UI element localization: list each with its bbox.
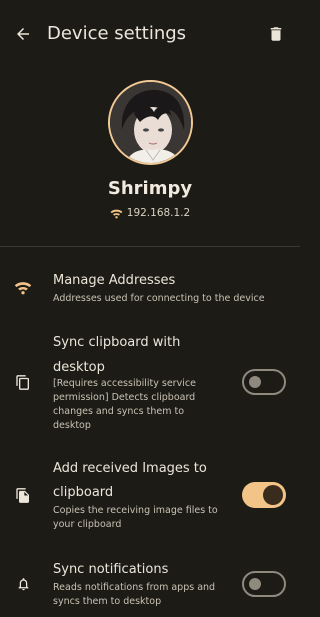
setting-label-line2: clipboard	[53, 485, 114, 500]
page-title: Device settings	[47, 23, 187, 44]
setting-description: Addresses used for connecting to the dev…	[53, 293, 265, 304]
ip-address: 192.168.1.2	[126, 207, 191, 219]
toggle-knob	[249, 376, 261, 388]
setting-label: Manage Addresses	[53, 273, 176, 288]
setting-manage-addresses[interactable]: Manage Addresses Addresses used for conn…	[0, 268, 300, 312]
toggle-knob	[263, 485, 283, 505]
setting-sync-notifications[interactable]: Sync notifications Reads notifications f…	[0, 557, 300, 613]
wifi-icon	[110, 209, 123, 218]
delete-button[interactable]	[264, 22, 288, 46]
avatar[interactable]	[108, 80, 193, 165]
device-name: Shrimpy	[107, 178, 193, 199]
setting-add-images-clipboard[interactable]: Add received Images to clipboard Copies …	[0, 456, 300, 534]
back-button[interactable]	[11, 22, 35, 46]
setting-label: Sync notifications	[53, 562, 169, 577]
ip-address-row: 192.168.1.2	[0, 207, 300, 219]
app-bar: Device settings	[0, 0, 300, 68]
sync-clipboard-toggle[interactable]	[242, 369, 286, 395]
setting-description-line4: desktop	[53, 420, 91, 431]
setting-label-line1: Sync clipboard with	[53, 335, 181, 350]
setting-description-line1: Reads notifications from apps and	[53, 582, 216, 593]
setting-description-line1: [Requires accessibility service	[53, 378, 196, 389]
file-copy-icon	[14, 486, 32, 504]
divider	[0, 246, 300, 247]
arrow-back-icon	[17, 28, 29, 40]
avatar-photo	[110, 82, 191, 163]
add-images-toggle[interactable]	[242, 482, 286, 508]
setting-description-line2: syncs them to desktop	[53, 596, 162, 607]
setting-sync-clipboard[interactable]: Sync clipboard with desktop [Requires ac…	[0, 330, 300, 434]
setting-label-line1: Add received Images to	[53, 461, 207, 476]
setting-description-line2: your clipboard	[53, 519, 122, 530]
setting-description-line1: Copies the receiving image files to	[53, 505, 218, 516]
toggle-knob	[249, 578, 261, 590]
bell-icon	[14, 575, 32, 593]
sync-notifications-toggle[interactable]	[242, 571, 286, 597]
copy-icon	[14, 373, 32, 391]
trash-icon	[270, 27, 282, 41]
wifi-icon	[14, 278, 32, 296]
setting-description-line2: permission] Detects clipboard	[53, 392, 196, 403]
setting-description-line3: changes and syncs them to	[53, 406, 185, 417]
